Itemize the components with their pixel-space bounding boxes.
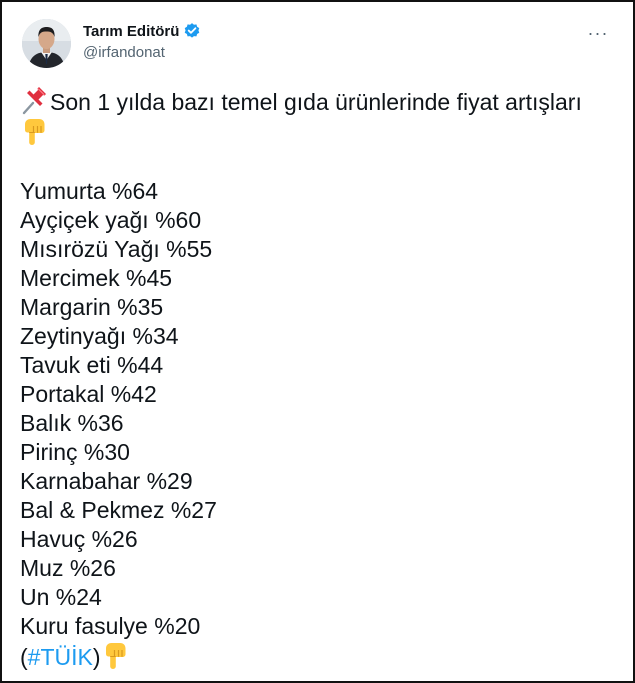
author-block: Tarım Editörü @irfandonat	[83, 22, 201, 61]
list-item: Balık %36	[20, 410, 124, 436]
pointing-down-icon	[101, 641, 131, 671]
tweet-text: Son 1 yılda bazı temel gıda ürünlerinde …	[20, 86, 620, 672]
tweet-headline-emoji-row	[20, 117, 620, 148]
price-increase-list: Yumurta %64 Ayçiçek yağı %60 Mısırözü Ya…	[20, 177, 620, 641]
ellipsis-icon: ···	[587, 22, 609, 43]
list-item: Un %24	[20, 584, 102, 610]
source-open-paren: (	[20, 644, 28, 670]
tweet-card: Tarım Editörü @irfandonat ··· Son 1 yıld…	[0, 0, 635, 683]
author-handle[interactable]: @irfandonat	[83, 44, 201, 61]
avatar-image	[22, 19, 71, 68]
hashtag-link[interactable]: #TÜİK	[28, 644, 93, 670]
more-options-button[interactable]: ···	[585, 20, 611, 46]
tweet-headline-text: Son 1 yılda bazı temel gıda ürünlerinde …	[50, 89, 582, 115]
list-item: Yumurta %64	[20, 178, 159, 204]
pushpin-icon	[20, 86, 50, 116]
source-line: (#TÜİK)	[20, 641, 620, 672]
author-display-name[interactable]: Tarım Editörü	[83, 23, 179, 40]
avatar[interactable]	[22, 19, 71, 68]
source-close-paren: )	[92, 644, 101, 670]
list-item: Karnabahar %29	[20, 468, 193, 494]
list-item: Margarin %35	[20, 294, 164, 320]
list-item: Tavuk eti %44	[20, 352, 164, 378]
list-item: Kuru fasulye %20	[20, 613, 201, 639]
list-item: Pirinç %30	[20, 439, 130, 465]
pointing-down-icon	[20, 117, 50, 147]
list-item: Ayçiçek yağı %60	[20, 207, 202, 233]
list-item: Havuç %26	[20, 526, 138, 552]
list-item: Mercimek %45	[20, 265, 173, 291]
list-item: Muz %26	[20, 555, 116, 581]
verified-badge-icon	[183, 22, 201, 40]
list-item: Bal & Pekmez %27	[20, 497, 217, 523]
tweet-headline: Son 1 yılda bazı temel gıda ürünlerinde …	[20, 86, 620, 117]
list-item: Mısırözü Yağı %55	[20, 236, 213, 262]
list-item: Zeytinyağı %34	[20, 323, 179, 349]
author-name-row: Tarım Editörü	[83, 22, 201, 40]
list-item: Portakal %42	[20, 381, 157, 407]
